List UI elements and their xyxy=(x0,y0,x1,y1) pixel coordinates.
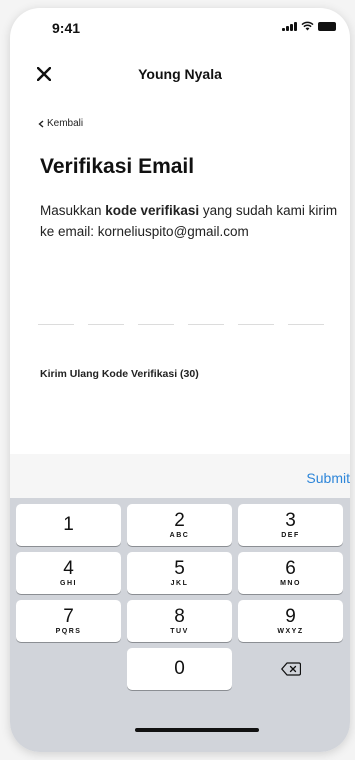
key-6[interactable]: 6 MNO xyxy=(238,552,343,594)
key-7[interactable]: 7 PQRS xyxy=(16,600,121,642)
code-digit-slot[interactable] xyxy=(238,324,274,325)
key-number: 2 xyxy=(174,509,185,531)
key-0[interactable]: 0 xyxy=(127,648,232,690)
key-number: 6 xyxy=(285,557,296,579)
code-digit-slot[interactable] xyxy=(88,324,124,325)
key-number: 4 xyxy=(63,557,74,579)
key-number: 8 xyxy=(174,605,185,627)
key-4[interactable]: 4 GHI xyxy=(16,552,121,594)
key-letters: TUV xyxy=(170,627,189,635)
backspace-icon xyxy=(280,662,301,676)
back-link[interactable]: Kembali xyxy=(38,118,83,129)
key-letters: WXYZ xyxy=(277,627,304,635)
key-9[interactable]: 9 WXYZ xyxy=(238,600,343,642)
resend-code-link[interactable]: Kirim Ulang Kode Verifikasi (30) xyxy=(40,368,199,380)
key-1[interactable]: 1 xyxy=(16,504,121,546)
key-number: 7 xyxy=(63,605,74,627)
code-digit-slot[interactable] xyxy=(188,324,224,325)
instruction-text: Masukkan kode verifikasi yang sudah kami… xyxy=(40,200,340,242)
battery-icon xyxy=(318,22,336,31)
status-icons xyxy=(282,21,336,31)
phone-screen: 9:41 Young Nyala Kembali Verifikasi Emai… xyxy=(10,8,350,752)
key-letters: JKL xyxy=(170,579,189,587)
instruction-highlight: kode verifikasi xyxy=(105,203,200,218)
key-letters: GHI xyxy=(60,579,77,587)
submit-button[interactable]: Submit xyxy=(306,470,350,486)
key-2[interactable]: 2 ABC xyxy=(127,504,232,546)
delete-key[interactable] xyxy=(238,648,343,690)
key-number: 0 xyxy=(174,658,185,679)
home-indicator xyxy=(135,728,259,732)
status-bar: 9:41 xyxy=(10,8,350,44)
key-5[interactable]: 5 JKL xyxy=(127,552,232,594)
top-bar: Young Nyala xyxy=(10,54,350,94)
status-time: 9:41 xyxy=(52,20,81,36)
signal-icon xyxy=(282,22,297,31)
key-number: 1 xyxy=(63,514,74,535)
key-letters: PQRS xyxy=(55,627,82,635)
instruction-prefix: Masukkan xyxy=(40,203,106,218)
back-label: Kembali xyxy=(47,118,84,129)
code-digit-slot[interactable] xyxy=(288,324,324,325)
page-title: Verifikasi Email xyxy=(40,155,195,178)
app-title: Young Nyala xyxy=(138,66,222,82)
numeric-keypad: 1 2 ABC 3 DEF 4 GHI 5 JKL 6 MNO 7 PQRS 8 xyxy=(10,498,350,752)
chevron-left-icon xyxy=(38,119,44,128)
wifi-icon xyxy=(301,21,314,31)
key-number: 3 xyxy=(285,509,296,531)
code-digit-slot[interactable] xyxy=(38,324,74,325)
key-8[interactable]: 8 TUV xyxy=(127,600,232,642)
key-letters: DEF xyxy=(281,531,300,539)
keyboard-accessory-bar: Submit xyxy=(10,454,350,498)
key-number: 9 xyxy=(285,605,296,627)
code-digit-slot[interactable] xyxy=(138,324,174,325)
key-letters: MNO xyxy=(280,579,301,587)
verification-code-input[interactable] xyxy=(38,324,324,325)
key-3[interactable]: 3 DEF xyxy=(238,504,343,546)
key-letters: ABC xyxy=(169,531,190,539)
key-number: 5 xyxy=(174,557,185,579)
